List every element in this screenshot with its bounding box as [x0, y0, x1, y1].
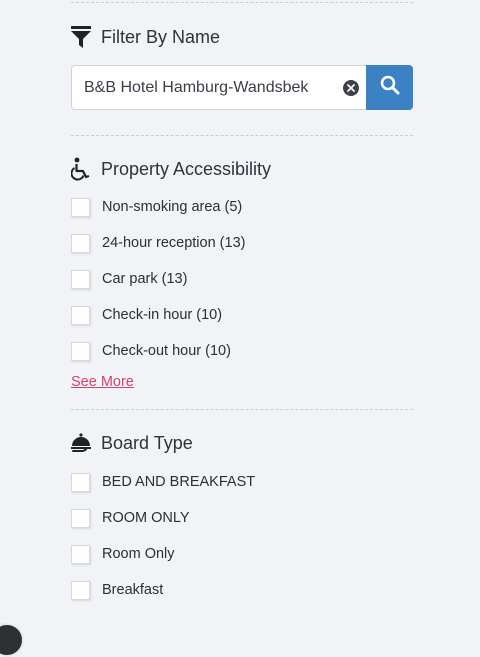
checkbox[interactable]: [71, 269, 90, 289]
divider-after-accessibility: [71, 409, 413, 410]
board-option-breakfast[interactable]: Breakfast: [71, 572, 413, 608]
board-type-section: Board Type BED AND BREAKFAST ROOM ONLY R…: [71, 429, 413, 608]
top-divider: [71, 2, 413, 3]
checkbox[interactable]: [71, 197, 90, 217]
filters-panel: Filter By Name B&B Hotel Hamburg-Wandsbe…: [71, 0, 413, 608]
filter-by-name-title: Filter By Name: [101, 26, 221, 47]
accessibility-option-check-out-hour[interactable]: Check-out hour (10): [71, 333, 413, 369]
checkbox-label: Room Only: [102, 546, 175, 562]
checkbox-label: Car park (13): [102, 271, 188, 287]
accessibility-option-car-park[interactable]: Car park (13): [71, 261, 413, 297]
board-type-heading: Board Type: [71, 429, 413, 457]
board-type-title: Board Type: [101, 432, 193, 453]
see-more-link[interactable]: See More: [71, 374, 134, 390]
checkbox[interactable]: [71, 580, 90, 600]
checkbox-label: ROOM ONLY: [102, 510, 190, 526]
checkbox-label: Check-in hour (10): [102, 307, 223, 323]
clear-circle-icon[interactable]: [343, 80, 359, 96]
checkbox-label: Non-smoking area (5): [102, 199, 243, 215]
filter-by-name-section: Filter By Name: [71, 23, 413, 110]
room-service-icon: [71, 431, 93, 455]
checkbox[interactable]: [71, 233, 90, 253]
board-option-bed-and-breakfast[interactable]: BED AND BREAKFAST: [71, 464, 413, 500]
see-more-row: See More: [71, 373, 413, 395]
property-accessibility-section: Property Accessibility Non-smoking area …: [71, 155, 413, 395]
name-search-bar: [71, 65, 413, 110]
search-button[interactable]: [366, 65, 413, 110]
property-accessibility-heading: Property Accessibility: [71, 155, 413, 183]
accessibility-options: Non-smoking area (5) 24-hour reception (…: [71, 189, 413, 369]
checkbox-label: Check-out hour (10): [102, 343, 231, 359]
property-accessibility-title: Property Accessibility: [101, 158, 272, 179]
accessibility-option-24h-reception[interactable]: 24-hour reception (13): [71, 225, 413, 261]
checkbox-label: Breakfast: [102, 582, 164, 598]
checkbox[interactable]: [71, 341, 90, 361]
filter-by-name-heading: Filter By Name: [71, 23, 413, 51]
checkbox-label: 24-hour reception (13): [102, 235, 246, 251]
checkbox[interactable]: [71, 544, 90, 564]
wheelchair-icon: [71, 157, 93, 181]
checkbox[interactable]: [71, 472, 90, 492]
search-icon: [380, 75, 400, 100]
name-search-field: [71, 65, 366, 110]
board-option-room-only-upper[interactable]: ROOM ONLY: [71, 500, 413, 536]
divider-after-name: [71, 135, 413, 136]
board-type-options: BED AND BREAKFAST ROOM ONLY Room Only Br…: [71, 464, 413, 608]
checkbox-label: BED AND BREAKFAST: [102, 474, 256, 490]
accessibility-option-non-smoking[interactable]: Non-smoking area (5): [71, 189, 413, 225]
board-option-room-only[interactable]: Room Only: [71, 536, 413, 572]
name-search-input[interactable]: [72, 66, 334, 109]
floating-chat-button[interactable]: [0, 623, 24, 657]
accessibility-option-check-in-hour[interactable]: Check-in hour (10): [71, 297, 413, 333]
checkbox[interactable]: [71, 508, 90, 528]
checkbox[interactable]: [71, 305, 90, 325]
funnel-icon: [71, 25, 93, 49]
